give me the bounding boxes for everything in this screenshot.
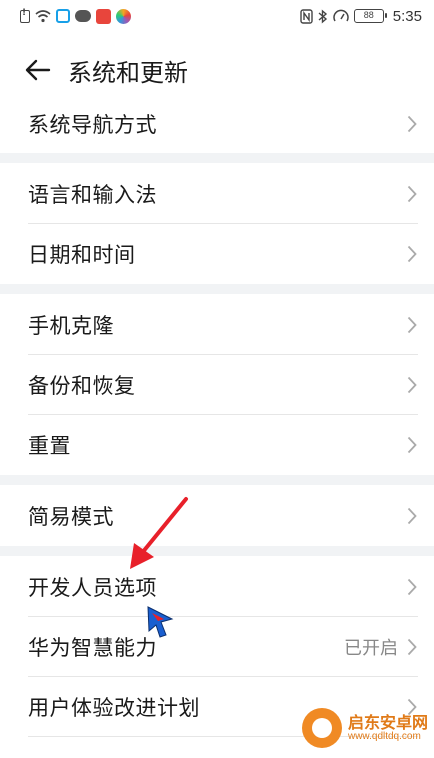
cursor-icon bbox=[147, 606, 174, 638]
settings-item-label: 备份和恢复 bbox=[28, 374, 136, 398]
chevron-right-icon bbox=[406, 184, 418, 204]
settings-item-label: 日期和时间 bbox=[28, 243, 136, 267]
section-divider bbox=[0, 546, 434, 556]
settings-item-label: 重置 bbox=[28, 434, 71, 458]
settings-item-value: 已开启 bbox=[344, 638, 398, 659]
section-divider bbox=[0, 284, 434, 294]
settings-item-label: 手机克隆 bbox=[28, 314, 114, 338]
settings-item-label: 系统导航方式 bbox=[28, 113, 157, 137]
chevron-right-icon bbox=[406, 506, 418, 526]
settings-item-label: 语言和输入法 bbox=[28, 183, 157, 207]
settings-item-developer-options[interactable]: 开发人员选项 bbox=[0, 557, 434, 617]
chevron-right-icon bbox=[406, 114, 418, 134]
section-divider bbox=[0, 153, 434, 163]
section-divider bbox=[0, 475, 434, 485]
chevron-right-icon bbox=[406, 375, 418, 395]
watermark-url: www.qdltdq.com bbox=[347, 731, 421, 743]
settings-item-phone-clone[interactable]: 手机克隆 bbox=[0, 295, 434, 355]
chevron-right-icon bbox=[406, 435, 418, 455]
annotation-arrow-icon bbox=[130, 497, 188, 569]
settings-item-language-input[interactable]: 语言和输入法 bbox=[0, 164, 434, 224]
settings-item-huawei-ai[interactable]: 华为智慧能力 已开启 bbox=[0, 617, 434, 677]
chevron-right-icon bbox=[406, 244, 418, 264]
settings-item-system-navigation[interactable]: 系统导航方式 bbox=[0, 94, 434, 154]
settings-item-simple-mode[interactable]: 简易模式 bbox=[0, 486, 434, 546]
settings-item-label: 简易模式 bbox=[28, 505, 114, 529]
settings-item-label: 华为智慧能力 bbox=[28, 636, 157, 660]
settings-screen: 88 5:35 系统和更新 系统导航方式 语言和输入法 日期和时间 手 bbox=[0, 0, 434, 758]
watermark-logo-icon bbox=[301, 708, 342, 748]
chevron-right-icon bbox=[406, 315, 418, 335]
settings-item-label: 开发人员选项 bbox=[28, 576, 157, 600]
settings-list: 系统导航方式 语言和输入法 日期和时间 手机克隆 备份和恢复 重置 简易模式 开… bbox=[0, 0, 434, 758]
settings-item-reset[interactable]: 重置 bbox=[0, 415, 434, 475]
chevron-right-icon bbox=[406, 637, 418, 657]
watermark: 启东安卓网 www.qdltdq.com bbox=[301, 708, 428, 748]
chevron-right-icon bbox=[406, 577, 418, 597]
settings-item-backup-restore[interactable]: 备份和恢复 bbox=[0, 355, 434, 415]
settings-item-date-time[interactable]: 日期和时间 bbox=[0, 224, 434, 284]
watermark-text: 启东安卓网 www.qdltdq.com bbox=[348, 714, 428, 743]
watermark-name: 启东安卓网 bbox=[347, 712, 428, 732]
